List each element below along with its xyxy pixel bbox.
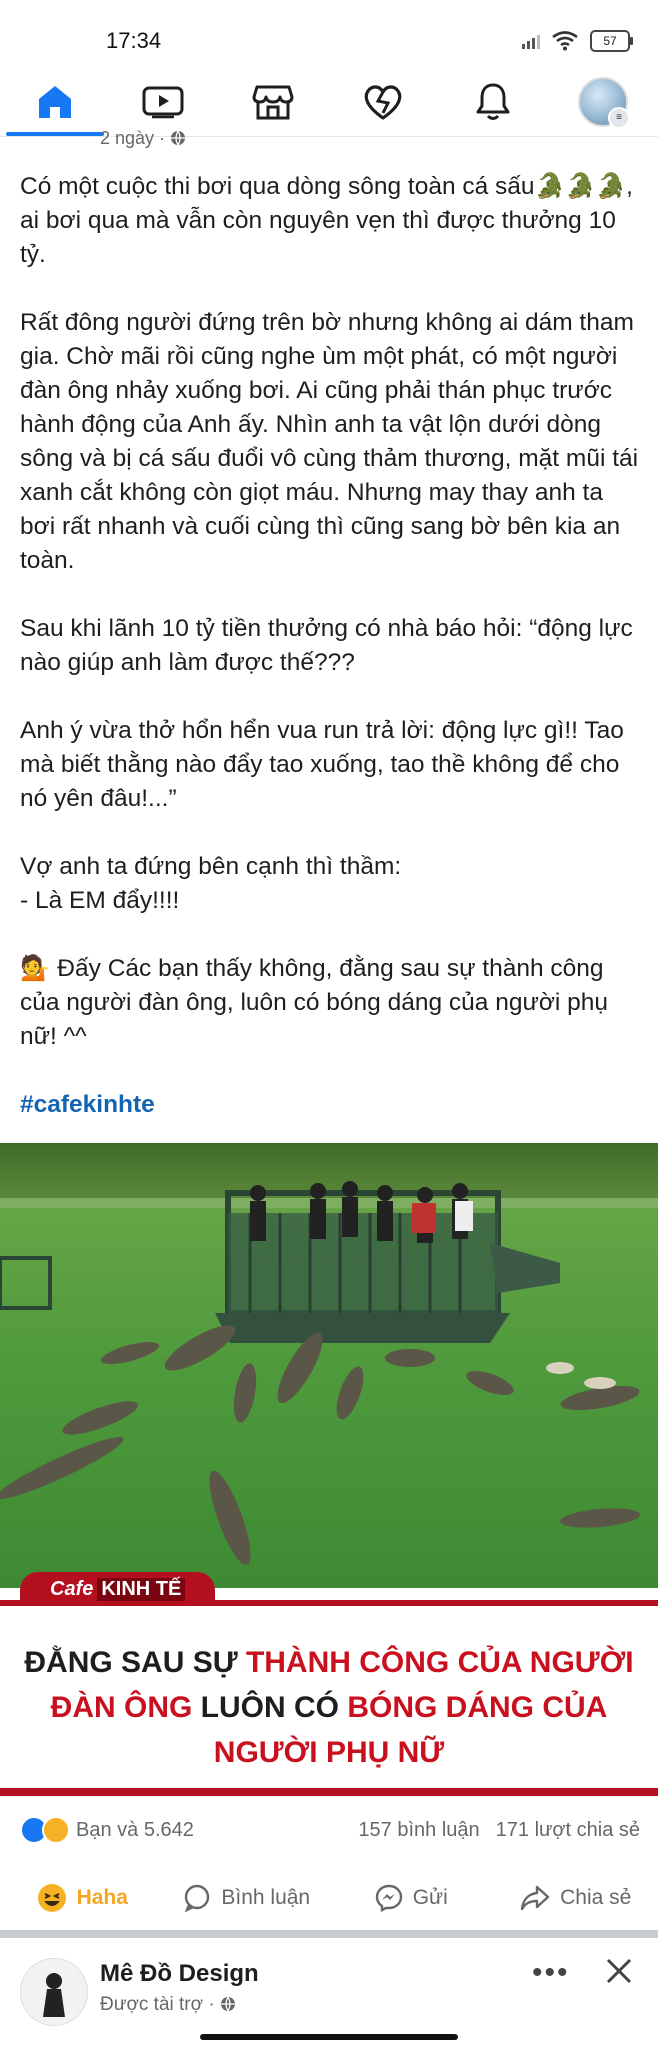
image-headline: ĐẰNG SAU SỰ THÀNH CÔNG CỦA NGƯỜI ĐÀN ÔNG… bbox=[24, 1646, 634, 1769]
brand-stripe bbox=[0, 1788, 658, 1796]
signal-icon bbox=[522, 33, 540, 49]
tab-home[interactable] bbox=[20, 72, 90, 132]
reaction-icons bbox=[20, 1816, 70, 1844]
post-paragraph: Anh ý vừa thở hổn hển vua run trả lời: đ… bbox=[20, 717, 624, 812]
post-separator bbox=[0, 1930, 658, 1938]
reaction-count[interactable]: Bạn và 5.642 bbox=[76, 1819, 194, 1842]
comment-icon bbox=[185, 1884, 210, 1912]
person-silhouette-icon bbox=[43, 1973, 65, 2017]
reactions-summary[interactable]: Bạn và 5.642 157 bình luận 171 lượt chia… bbox=[20, 1810, 640, 1850]
more-options-icon[interactable]: ••• bbox=[532, 1956, 570, 1990]
bell-icon bbox=[476, 83, 510, 120]
home-icon bbox=[39, 86, 71, 118]
share-count[interactable]: 171 lượt chia sẻ bbox=[496, 1819, 640, 1842]
post-paragraph: Sau khi lãnh 10 tỷ tiền thưởng có nhà bá… bbox=[20, 615, 633, 676]
status-bar: 17:34 57 bbox=[0, 0, 658, 70]
tab-dating[interactable] bbox=[348, 72, 418, 132]
top-nav-bar: ≡ bbox=[0, 72, 658, 137]
send-button[interactable]: Gửi bbox=[329, 1884, 494, 1912]
tab-marketplace[interactable] bbox=[238, 72, 308, 132]
globe-icon bbox=[220, 1996, 235, 2012]
globe-icon bbox=[171, 130, 186, 146]
share-button[interactable]: Chia sẻ bbox=[494, 1884, 658, 1912]
tab-watch[interactable] bbox=[128, 72, 198, 132]
next-post-header: Mê Đồ Design Được tài trợ · ••• bbox=[0, 1938, 658, 2048]
battery-icon: 57 bbox=[590, 30, 633, 52]
close-icon[interactable] bbox=[604, 1956, 634, 1991]
avatar: ≡ bbox=[578, 77, 630, 129]
store-icon bbox=[252, 85, 294, 120]
heart-icon bbox=[364, 85, 402, 120]
post-timestamp[interactable]: 2 ngày · bbox=[100, 128, 186, 149]
crocodile-river-photo bbox=[0, 1143, 658, 1588]
share-icon bbox=[520, 1885, 550, 1911]
page-name[interactable]: Mê Đồ Design bbox=[100, 1960, 259, 1988]
comment-count[interactable]: 157 bình luận bbox=[358, 1819, 479, 1842]
post-paragraph: Rất đông người đứng trên bờ nhưng không … bbox=[20, 309, 639, 574]
post-image[interactable] bbox=[0, 1143, 658, 1588]
haha-icon bbox=[42, 1816, 70, 1844]
post-paragraph: 💁 Đấy Các bạn thấy không, đằng sau sự th… bbox=[20, 955, 609, 1050]
messenger-icon bbox=[375, 1884, 402, 1912]
cafef-brand-tag: Cafe KINH TẾ bbox=[20, 1572, 216, 1606]
tab-notifications[interactable] bbox=[458, 72, 528, 132]
wifi-icon bbox=[552, 31, 578, 51]
post-paragraph: Có một cuộc thi bơi qua dòng sông toàn c… bbox=[20, 173, 633, 268]
comment-button[interactable]: Bình luận bbox=[165, 1884, 330, 1912]
tab-profile-menu[interactable]: ≡ bbox=[568, 72, 638, 132]
status-icons: 57 bbox=[522, 30, 633, 52]
post-action-bar: Haha Bình luận Gửi Chia sẻ bbox=[0, 1868, 658, 1928]
haha-button[interactable]: Haha bbox=[0, 1883, 165, 1913]
video-icon bbox=[142, 86, 184, 119]
post-paragraph: Vợ anh ta đứng bên cạnh thì thầm: - Là E… bbox=[20, 853, 402, 914]
post-body: Có một cuộc thi bơi qua dòng sông toàn c… bbox=[20, 170, 640, 1122]
haha-emoji-icon bbox=[37, 1884, 66, 1912]
status-time: 17:34 bbox=[106, 28, 162, 53]
hashtag-link[interactable]: #cafekinhte bbox=[20, 1091, 155, 1118]
home-indicator bbox=[200, 2034, 458, 2040]
page-avatar[interactable] bbox=[20, 1958, 88, 2026]
menu-icon: ≡ bbox=[608, 107, 630, 129]
active-tab-indicator bbox=[6, 132, 104, 136]
sponsored-label: Được tài trợ · bbox=[100, 1994, 236, 2016]
